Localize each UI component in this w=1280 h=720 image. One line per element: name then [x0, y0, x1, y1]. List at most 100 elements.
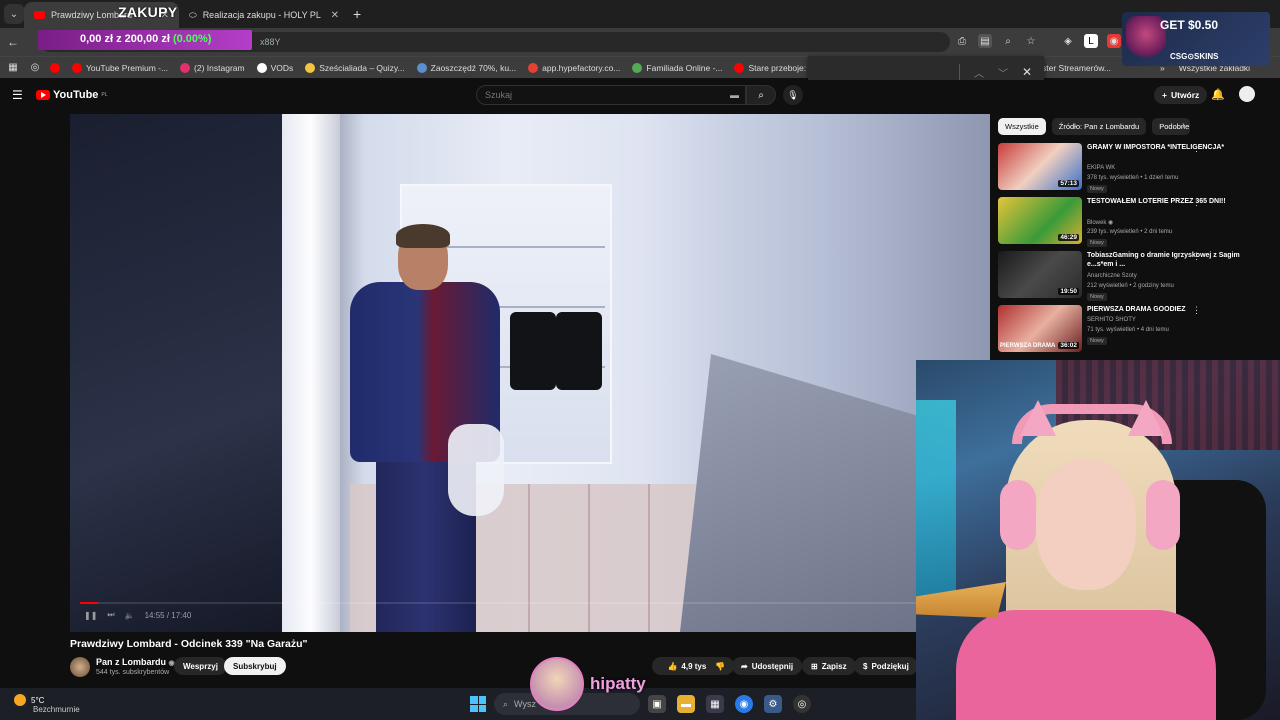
bookmark-item[interactable]: Sześcialiada – Quizy... [305, 62, 405, 73]
streamer-shirt [956, 610, 1216, 720]
video-frame-door [70, 114, 310, 632]
video-frame-speaker [556, 312, 602, 390]
install-icon[interactable]: ⎙ [955, 34, 969, 48]
tab-holy[interactable]: ⬭ Realizacja zakupu - HOLY PL ✕ [179, 2, 349, 28]
bookmark-item[interactable]: YouTube Premium -... [72, 62, 168, 73]
bookmark-item[interactable] [50, 62, 60, 73]
bookmarks-bar: ▦ ◎ YouTube Premium -... (2) Instagram V… [0, 56, 1280, 78]
create-button[interactable]: + Utwórz [1154, 86, 1208, 104]
find-close-icon[interactable]: ✕ [1022, 65, 1032, 79]
thumbs-down-icon: 👎 [715, 661, 725, 671]
channel-name[interactable]: Pan z Lombardu ◉ [96, 657, 175, 667]
url-text: x88Y [260, 37, 281, 47]
bookmark-item[interactable]: Zaoszczędź 70%, ku... [416, 62, 516, 73]
rec-thumbnail[interactable]: PIERWSZA DRAMA 36:02 [998, 305, 1082, 352]
close-tab-icon[interactable]: ✕ [331, 10, 339, 21]
voice-search-button[interactable]: 🎙 [783, 85, 803, 105]
dislike-button[interactable]: 👎 [706, 657, 734, 675]
share-icon: ➦ [741, 661, 748, 671]
channel-avatar[interactable] [70, 657, 90, 677]
tab-search-button[interactable]: ⌄ [4, 4, 24, 24]
thanks-button[interactable]: $ Podziękuj [854, 657, 918, 675]
weather-widget[interactable]: 5°C Bezchmurnie [14, 694, 80, 714]
recommendation-item[interactable]: PIERWSZA DRAMA 36:02 PIERWSZA DRAMA GOOD… [998, 305, 1268, 355]
more-options-icon[interactable]: ⋮ [1192, 305, 1201, 316]
like-count: 4,9 tys. [681, 661, 709, 671]
chip-all[interactable]: Wszystkie [998, 118, 1046, 135]
bookmark-item[interactable]: (2) Instagram [180, 62, 245, 73]
more-options-icon[interactable]: ⋮ [1192, 251, 1201, 262]
recommendation-item[interactable]: 57:13 GRAMY W IMPOSTORA *INTELIGENCJA* E… [998, 143, 1268, 193]
chrome-icon[interactable]: ◉ [735, 695, 753, 713]
start-tile [478, 704, 486, 712]
reader-icon[interactable]: ▤ [978, 34, 992, 48]
recommendation-item[interactable]: 19:50 TobiaszGaming o dramie Igrzyskowej… [998, 251, 1268, 301]
more-options-icon[interactable]: ⋮ [1192, 197, 1201, 208]
rec-thumbnail[interactable]: 57:13 [998, 143, 1082, 190]
obs-icon[interactable]: ◎ [793, 695, 811, 713]
zoom-icon[interactable]: ⌕ [1001, 34, 1015, 48]
rec-title[interactable]: TobiaszGaming o dramie Igrzyskowej z Sag… [1087, 251, 1247, 269]
bookmark-item[interactable]: ster Streamerów... [1042, 63, 1111, 73]
verified-icon: ◉ [1108, 220, 1114, 226]
new-tab-button[interactable]: + [353, 6, 361, 22]
support-button[interactable]: Wesprzyj [174, 657, 227, 675]
pause-icon[interactable]: ❚❚ [84, 611, 97, 620]
start-tile [470, 696, 478, 704]
store-icon[interactable]: ▦ [706, 695, 724, 713]
settings-icon[interactable]: ⚙ [764, 695, 782, 713]
more-options-icon[interactable]: ⋮ [1192, 143, 1201, 154]
video-progress-bar[interactable] [80, 602, 980, 604]
volume-icon[interactable]: 🔈 [125, 611, 135, 620]
menu-icon[interactable]: ☰ [12, 88, 23, 102]
chip-source[interactable]: Źródło: Pan z Lombardu [1051, 118, 1147, 135]
save-button[interactable]: ⊞ Zapisz [802, 657, 856, 675]
task-view-icon[interactable]: ▣ [648, 695, 666, 713]
apps-grid-icon[interactable]: ▦ [6, 61, 20, 75]
file-explorer-icon[interactable]: ▬ [677, 695, 695, 713]
subscribe-button[interactable]: Subskrybuj [224, 657, 286, 675]
zakupy-title: ZAKUPY [118, 4, 178, 20]
find-prev-icon[interactable]: ︿ [974, 65, 984, 80]
bookmark-star-icon[interactable]: ☆ [1024, 34, 1038, 48]
headset-earcup [1146, 480, 1180, 550]
recommendation-item[interactable]: 46:29 TESTOWAŁEM LOTERIE PRZEZ 365 DNI!!… [998, 197, 1268, 247]
logo-region: PL [101, 92, 108, 98]
share-button[interactable]: ➦ Udostępnij [732, 657, 803, 675]
extension-l-icon[interactable]: L [1084, 34, 1098, 48]
rec-title[interactable]: GRAMY W IMPOSTORA *INTELIGENCJA* [1087, 143, 1247, 152]
rec-badge: Nowy [1087, 239, 1107, 247]
bookmark-item[interactable]: Familiada Online -... [632, 62, 722, 73]
rec-title[interactable]: TESTOWAŁEM LOTERIE PRZEZ 365 DNI!! [1087, 197, 1247, 206]
windows-taskbar: 5°C Bezchmurnie ⌕ Wysz ▣ ▬ ▦ ◉ ⚙ ◎ [0, 688, 916, 720]
search-input[interactable]: Szukaj ▬ [476, 85, 746, 105]
bookmark-icon[interactable]: ◎ [28, 61, 42, 75]
account-avatar[interactable] [1239, 86, 1255, 102]
extension-icon[interactable]: ◈ [1061, 34, 1075, 48]
video-player[interactable]: ❚❚ ⏭ 🔈 14:55 / 17:40 ⚙ ▭ [70, 114, 990, 632]
rec-thumbnail[interactable]: 19:50 [998, 251, 1082, 298]
keyboard-icon[interactable]: ▬ [730, 86, 739, 104]
rec-duration: 46:29 [1058, 234, 1079, 241]
extension-red-icon[interactable]: ◉ [1107, 34, 1121, 48]
start-button[interactable] [470, 696, 486, 712]
rec-thumbnail[interactable]: 46:29 [998, 197, 1082, 244]
notifications-icon[interactable]: 🔔 [1211, 88, 1225, 101]
video-progress-fill [80, 602, 98, 604]
youtube-logo[interactable]: YouTube PL [36, 89, 108, 101]
bookmark-item[interactable]: VODs [256, 62, 293, 73]
chevron-right-icon[interactable]: › [1182, 120, 1185, 131]
search-button[interactable]: ⌕ [746, 85, 776, 105]
back-button[interactable]: ← [0, 35, 26, 49]
next-icon[interactable]: ⏭ [107, 610, 114, 620]
webcam-overlay [916, 360, 1280, 720]
taskbar-apps: ▣ ▬ ▦ ◉ ⚙ ◎ [648, 695, 811, 713]
bookmark-label: app.hypefactory.co... [542, 62, 621, 73]
rec-title[interactable]: PIERWSZA DRAMA GOODIEZ [1087, 305, 1247, 314]
find-next-icon[interactable]: ﹀ [998, 65, 1008, 80]
start-tile [470, 704, 478, 712]
tab-label: Realizacja zakupu - HOLY PL [202, 10, 321, 20]
bookmark-item[interactable]: app.hypefactory.co... [528, 62, 621, 73]
youtube-play-icon [36, 90, 50, 100]
logo-text: YouTube [53, 89, 99, 101]
